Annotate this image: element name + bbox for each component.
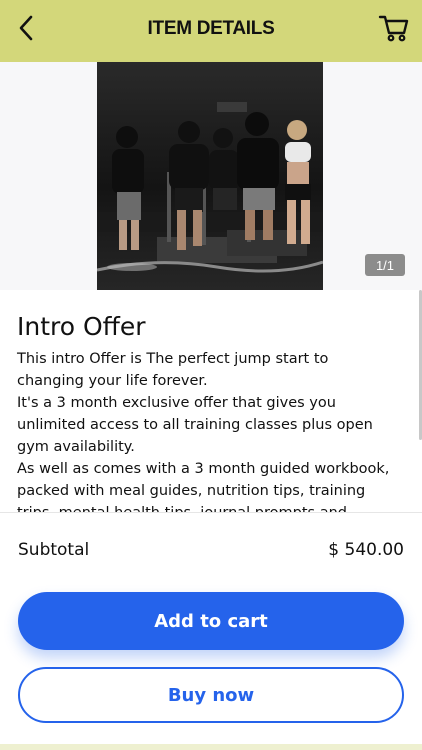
bottom-strip — [0, 744, 422, 750]
add-to-cart-button[interactable]: Add to cart — [18, 592, 404, 650]
description-paragraph: As well as comes with a 3 month guided w… — [17, 461, 390, 512]
top-bar: ITEM DETAILS — [0, 0, 422, 62]
product-details[interactable]: Intro Offer This intro Offer is The perf… — [0, 290, 422, 512]
product-title: Intro Offer — [17, 312, 146, 341]
product-description: This intro Offer is The perfect jump sta… — [17, 348, 399, 512]
subtotal-label: Subtotal — [18, 540, 90, 560]
description-paragraph: It's a 3 month exclusive offer that give… — [17, 395, 373, 455]
description-paragraph: This intro Offer is The perfect jump sta… — [17, 351, 329, 389]
cart-button[interactable] — [376, 12, 412, 48]
image-gallery[interactable] — [0, 62, 422, 290]
page-title: ITEM DETAILS — [147, 18, 275, 39]
buy-now-button[interactable]: Buy now — [18, 667, 404, 723]
subtotal-value: $ 540.00 — [328, 540, 404, 560]
divider — [0, 512, 422, 513]
product-photo — [97, 62, 323, 290]
cart-icon — [378, 13, 410, 47]
image-counter-badge: 1/1 — [365, 254, 405, 276]
